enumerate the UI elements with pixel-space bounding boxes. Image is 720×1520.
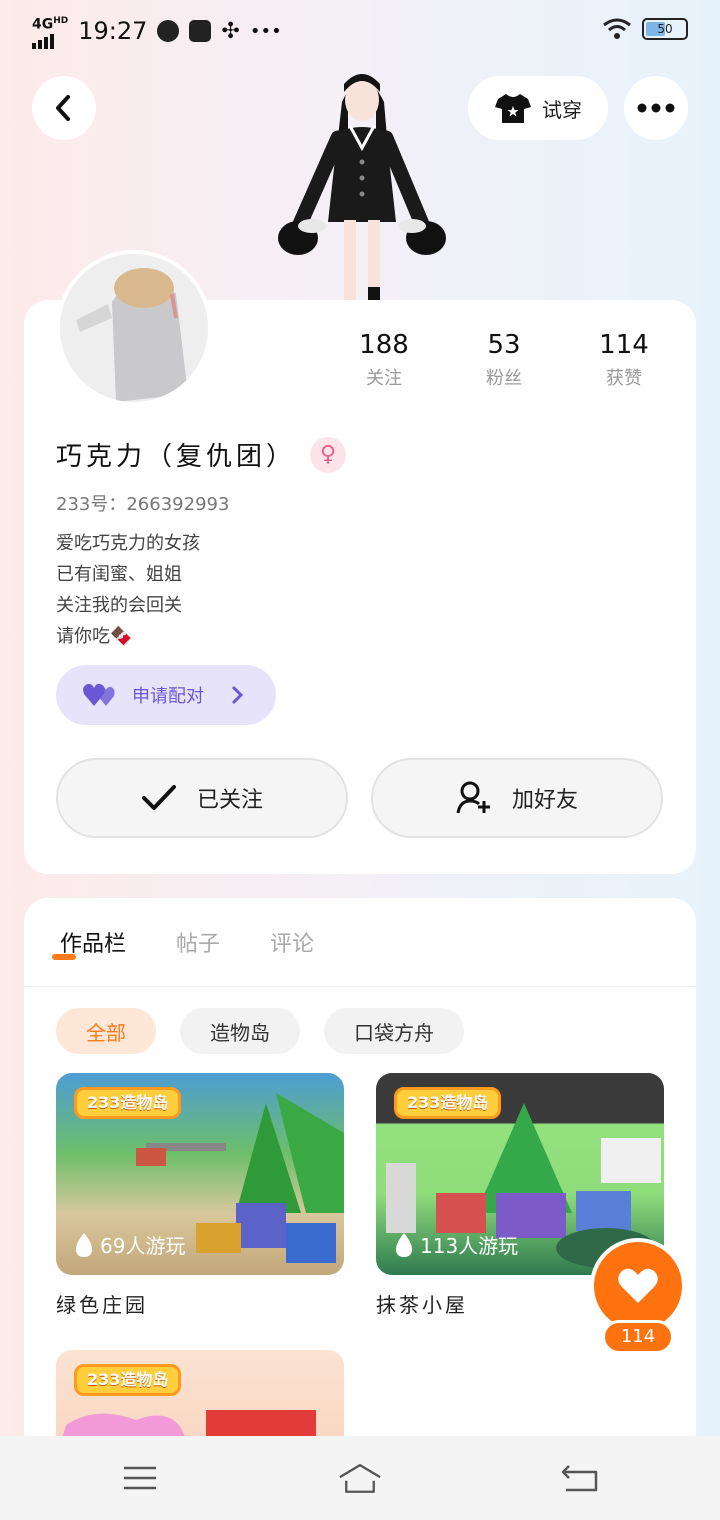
signal-icon: 4GHD (32, 14, 68, 49)
filter-creation-island[interactable]: 造物岛 (180, 1008, 300, 1054)
return-icon (561, 1465, 598, 1492)
play-count: 69人游玩 (74, 1230, 185, 1259)
play-count-text: 113人游玩 (420, 1234, 519, 1258)
back-arrow-icon (56, 95, 70, 121)
bio-line: 爱吃巧克力的女孩 (56, 533, 200, 554)
double-heart-icon (83, 683, 115, 706)
chevron-right-icon (231, 685, 244, 705)
followed-button[interactable]: 已关注 (56, 758, 348, 838)
game-card[interactable]: 233造物岛 69人游玩 绿色庄园 (56, 1073, 344, 1318)
home-button[interactable] (338, 1456, 382, 1500)
fan-icon: ✣ (221, 18, 240, 44)
works-card: 作品栏 帖子 评论 全部 造物岛 口袋方舟 233造物岛 69人游玩 绿色庄园 … (24, 898, 696, 1458)
try-on-label: 试穿 (542, 97, 582, 122)
followed-label: 已关注 (196, 788, 263, 813)
tab-indicator (52, 954, 76, 960)
game-logo: 233造物岛 (394, 1087, 502, 1119)
user-name: 巧克力（复仇团） (56, 442, 297, 472)
play-count: 113人游玩 (394, 1230, 518, 1259)
flame-icon (396, 1232, 412, 1257)
filter-all[interactable]: 全部 (56, 1008, 156, 1054)
bio-line: 请你吃🍫 (56, 626, 133, 647)
bio-line: 已有闺蜜、姐姐 (56, 564, 182, 585)
play-count-text: 69人游玩 (100, 1234, 186, 1258)
more-notifications-icon: ••• (249, 20, 282, 42)
back-button[interactable] (32, 76, 96, 140)
battery-icon: 50 (642, 18, 688, 40)
network-type: 4G (32, 16, 54, 33)
stat-value: 53 (487, 330, 521, 360)
add-friend-button[interactable]: 加好友 (371, 758, 663, 838)
tshirt-icon (495, 94, 531, 123)
game-logo: 233造物岛 (74, 1364, 182, 1396)
menu-icon (124, 1466, 156, 1490)
stats-row: 188 关注 53 粉丝 114 获赞 (324, 330, 684, 390)
flame-icon (76, 1232, 92, 1257)
clock: 19:27 (78, 17, 148, 46)
apply-pair-button[interactable]: 申请配对 (56, 665, 276, 725)
system-nav-bar (0, 1436, 720, 1520)
female-gender-icon: ♀ (310, 436, 347, 473)
battery-level: 50 (657, 22, 673, 36)
bio: 爱吃巧克力的女孩 已有闺蜜、姐姐 关注我的会回关 请你吃🍫 (56, 528, 200, 652)
game-title: 绿色庄园 (56, 1293, 148, 1317)
bio-line: 关注我的会回关 (56, 595, 182, 616)
back-nav-button[interactable] (558, 1456, 602, 1500)
avatar-character[interactable] (272, 62, 452, 302)
user-avatar[interactable] (56, 250, 212, 406)
account-id: 233号：266392993 (56, 494, 230, 515)
like-count: 114 (602, 1320, 674, 1354)
stat-label: 粉丝 (486, 368, 522, 389)
stat-value: 188 (359, 330, 409, 360)
network-hd: HD (53, 16, 69, 26)
heart-icon (618, 1268, 658, 1303)
check-icon (141, 785, 176, 810)
status-bar: 4GHD 19:27 ✣ ••• 50 (0, 0, 720, 64)
game-thumbnail: 233造物岛 69人游玩 (56, 1073, 344, 1275)
stat-value: 114 (599, 330, 649, 360)
try-on-button[interactable]: 试穿 (468, 76, 608, 140)
game-logo: 233造物岛 (74, 1087, 182, 1119)
stat-following[interactable]: 188 关注 (324, 330, 444, 390)
notification-icon (157, 20, 180, 43)
more-options-button[interactable] (624, 76, 688, 140)
apply-pair-label: 申请配对 (132, 686, 204, 707)
stat-label: 获赞 (606, 368, 642, 389)
home-icon (339, 1464, 381, 1493)
more-dots-icon (637, 103, 675, 113)
stat-fans[interactable]: 53 粉丝 (444, 330, 564, 390)
menu-button[interactable] (118, 1456, 162, 1500)
add-friend-label: 加好友 (511, 788, 578, 813)
message-icon (189, 20, 212, 43)
wifi-icon (603, 18, 631, 39)
add-user-icon (456, 781, 490, 814)
tab-posts[interactable]: 帖子 (176, 926, 220, 958)
stat-label: 关注 (366, 368, 402, 389)
divider (24, 986, 696, 987)
filter-pocket-ark[interactable]: 口袋方舟 (324, 1008, 464, 1054)
tab-comments[interactable]: 评论 (270, 926, 314, 958)
stat-likes[interactable]: 114 获赞 (564, 330, 684, 390)
